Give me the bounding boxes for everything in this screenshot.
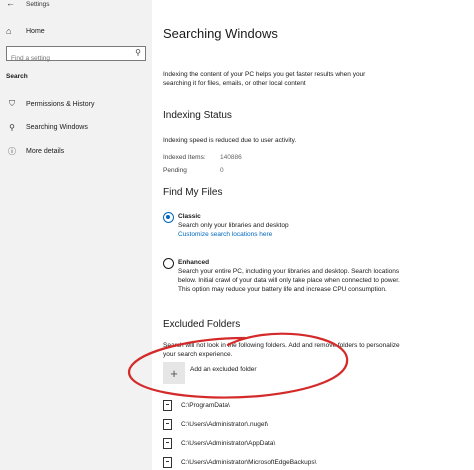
- excluded-folders-description: Search will not look in the following fo…: [163, 342, 400, 358]
- nav-home[interactable]: ⌂ Home: [6, 24, 146, 38]
- folder-path: C:\Users\Administrator\.nuget\: [181, 420, 269, 428]
- sidebar: ← Settings ⌂ Home ⚲ Search ⛉ Permissions…: [0, 0, 152, 470]
- classic-radio[interactable]: [163, 212, 174, 223]
- enhanced-title: Enhanced: [178, 259, 210, 266]
- info-icon: ⓘ: [8, 146, 16, 156]
- customize-search-locations-link[interactable]: Customize search locations here: [178, 231, 272, 238]
- excluded-folders-heading: Excluded Folders: [163, 319, 241, 330]
- document-icon: [163, 437, 172, 449]
- folder-path: C:\Users\Administrator\MicrosoftEdgeBack…: [181, 458, 317, 466]
- window-title: Settings: [26, 1, 50, 8]
- nav-home-label: Home: [26, 27, 45, 35]
- excluded-folder-item[interactable]: C:\ProgramData\: [163, 398, 403, 412]
- add-excluded-folder-label: Add an excluded folder: [190, 365, 257, 373]
- indexed-items-row: Indexed Items: 140886: [163, 154, 242, 161]
- classic-description: Search only your libraries and desktop: [178, 222, 289, 229]
- find-my-files-heading: Find My Files: [163, 187, 223, 198]
- page-title: Searching Windows: [163, 26, 278, 41]
- folder-path: C:\Users\Administrator\AppData\: [181, 439, 276, 447]
- indexed-items-label: Indexed Items:: [163, 154, 206, 161]
- main-content: Searching Windows Indexing the content o…: [163, 0, 468, 470]
- title-bar: ← Settings: [0, 0, 152, 10]
- back-arrow-icon[interactable]: ←: [6, 0, 15, 8]
- find-setting-search-box[interactable]: ⚲: [6, 46, 146, 65]
- classic-title: Classic: [178, 213, 201, 220]
- sidebar-item-label: More details: [26, 147, 65, 155]
- add-excluded-folder-button[interactable]: + Add an excluded folder: [163, 362, 323, 384]
- excluded-folder-item[interactable]: C:\Users\Administrator\.nuget\: [163, 417, 403, 431]
- sidebar-section-label: Search: [6, 73, 28, 80]
- indexing-status-heading: Indexing Status: [163, 110, 232, 121]
- search-icon: ⚲: [9, 122, 15, 132]
- sidebar-item-more-details[interactable]: ⓘ More details: [6, 144, 146, 158]
- intro-text: Indexing the content of your PC helps yo…: [163, 71, 366, 87]
- pending-label: Pending: [163, 167, 187, 174]
- home-icon: ⌂: [6, 26, 12, 36]
- pending-row: Pending 0: [163, 167, 224, 174]
- classic-option: Classic Search only your libraries and d…: [178, 212, 403, 239]
- indexed-items-value: 140886: [220, 154, 242, 161]
- folder-path: C:\ProgramData\: [181, 401, 230, 409]
- shield-lock-icon: ⛉: [9, 99, 15, 108]
- document-icon: [163, 456, 172, 468]
- document-icon: [163, 418, 172, 430]
- sidebar-item-searching-windows[interactable]: ⚲ Searching Windows: [6, 120, 146, 134]
- sidebar-item-label: Searching Windows: [26, 123, 88, 131]
- sidebar-item-label: Permissions & History: [26, 100, 95, 108]
- enhanced-radio[interactable]: [163, 258, 174, 269]
- enhanced-option: Enhanced Search your entire PC, includin…: [178, 258, 403, 294]
- find-setting-input[interactable]: [7, 52, 125, 65]
- excluded-folder-item[interactable]: C:\Users\Administrator\AppData\: [163, 436, 403, 450]
- document-icon: [163, 399, 172, 411]
- sidebar-item-permissions-history[interactable]: ⛉ Permissions & History: [6, 97, 146, 111]
- indexing-note: Indexing speed is reduced due to user ac…: [163, 137, 297, 144]
- pending-value: 0: [220, 167, 224, 174]
- search-icon[interactable]: ⚲: [135, 48, 141, 57]
- enhanced-description: Search your entire PC, including your li…: [178, 268, 400, 293]
- excluded-folder-item[interactable]: C:\Users\Administrator\MicrosoftEdgeBack…: [163, 455, 403, 469]
- plus-icon: +: [163, 362, 185, 384]
